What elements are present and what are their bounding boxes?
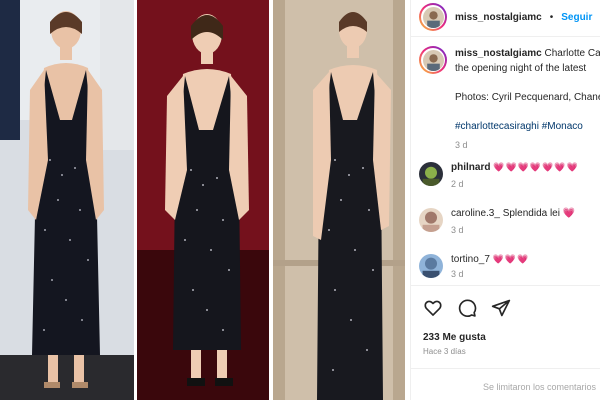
comment-username[interactable]: caroline.3_ — [451, 208, 500, 219]
commenter-avatar[interactable] — [419, 208, 443, 232]
commenter-avatar[interactable] — [419, 162, 443, 186]
post-side-panel: miss_nostalgiamc • Seguir miss_nostalgia… — [410, 0, 600, 400]
header-separator: • — [549, 11, 554, 23]
photo-2[interactable] — [137, 0, 269, 400]
caption-username[interactable]: miss_nostalgiamc — [455, 48, 542, 59]
caption-text-line1: Charlotte Cas — [544, 48, 600, 59]
avatar-image — [422, 49, 444, 71]
author-avatar[interactable] — [419, 3, 447, 31]
caption-credits: Photos: Cyril Pecquenard, Chane — [455, 92, 600, 103]
comment-icon[interactable] — [457, 298, 477, 318]
comment-time: 3 d — [451, 225, 464, 235]
author-username[interactable]: miss_nostalgiamc — [455, 12, 542, 23]
photo-2-image — [137, 0, 269, 400]
follow-button[interactable]: Seguir — [561, 12, 592, 23]
photo-1[interactable] — [0, 0, 134, 400]
post-header: miss_nostalgiamc • Seguir — [419, 3, 600, 31]
actions-divider — [411, 285, 600, 286]
comment-username[interactable]: philnard — [451, 162, 490, 173]
header-divider — [411, 36, 600, 37]
comment-time: 3 d — [451, 269, 464, 279]
photo-3[interactable] — [273, 0, 405, 400]
caption-avatar[interactable] — [419, 46, 447, 74]
photo-carousel[interactable] — [0, 0, 410, 400]
photo-3-image — [273, 0, 405, 400]
post-age: Hace 3 días — [423, 347, 466, 356]
avatar-image — [422, 6, 444, 28]
commenter-avatar[interactable] — [419, 254, 443, 278]
comment-item: caroline.3_ Splendida lei 💗 3 d — [419, 208, 600, 235]
caption-text-line2: the opening night of the latest — [455, 63, 587, 74]
avatar-image — [419, 208, 443, 232]
likes-count[interactable]: 233 Me gusta — [423, 332, 486, 343]
photo-1-image — [0, 0, 134, 400]
comment-text: Splendida lei 💗 — [502, 208, 576, 219]
avatar-image — [419, 162, 443, 186]
caption-time: 3 d — [455, 140, 468, 150]
comments-limited-notice: Se limitaron los comentarios — [483, 382, 597, 392]
caption-hashtags[interactable]: #charlottecasiraghi #Monaco — [455, 119, 600, 134]
comment-item: tortino_7 💗💗💗 3 d — [419, 254, 600, 279]
heart-icon[interactable] — [423, 298, 443, 318]
comment-text: 💗💗💗 — [492, 254, 530, 264]
comment-text: 💗💗💗💗💗💗💗 — [493, 162, 579, 172]
post-caption: miss_nostalgiamc Charlotte Cas the openi… — [419, 46, 600, 150]
action-bar — [423, 298, 511, 318]
comment-username[interactable]: tortino_7 — [451, 254, 490, 265]
comment-item: philnard 💗💗💗💗💗💗💗 2 d — [419, 162, 600, 189]
comment-time: 2 d — [451, 179, 464, 189]
send-icon[interactable] — [491, 298, 511, 318]
avatar-image — [419, 254, 443, 278]
bottom-divider — [411, 368, 600, 369]
